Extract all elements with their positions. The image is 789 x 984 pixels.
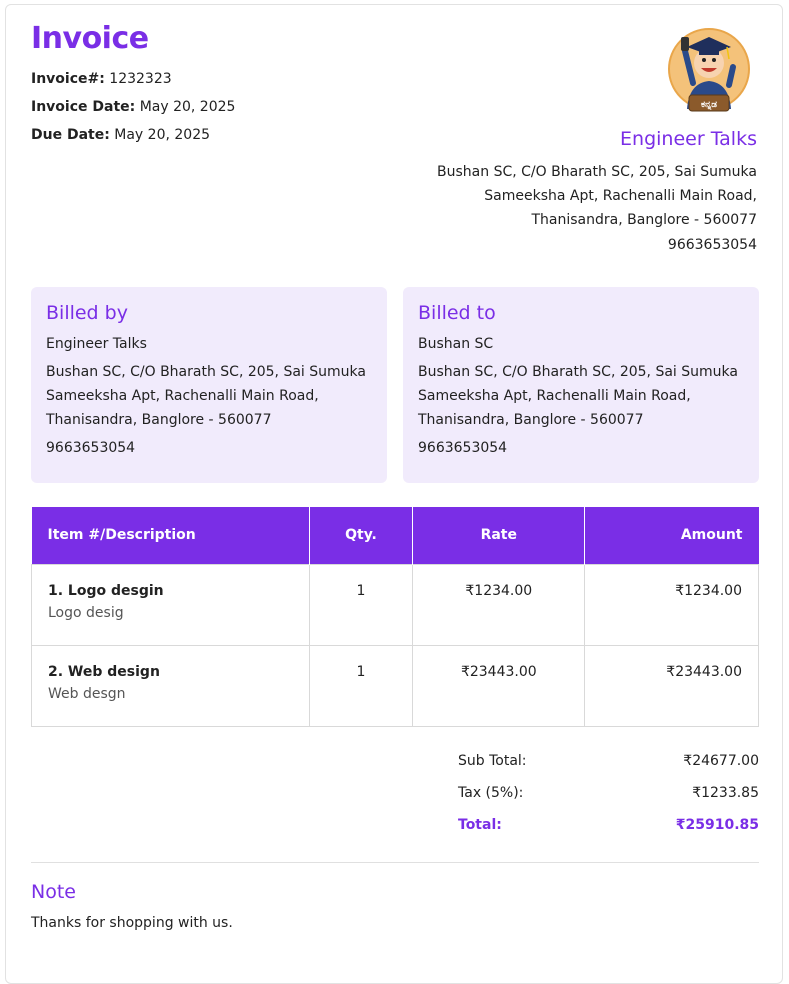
company-logo: ಕನ್ನಡ xyxy=(668,28,750,112)
note-text: Thanks for shopping with us. xyxy=(31,915,233,931)
due-date-value: May 20, 2025 xyxy=(114,127,211,143)
subtotal-value: ₹24677.00 xyxy=(683,753,759,769)
subtotal-row: Sub Total: ₹24677.00 xyxy=(458,753,759,785)
billed-to-address-line2: Sameeksha Apt, Rachenalli Main Road, xyxy=(418,388,691,404)
company-address-line3: Thanisandra, Banglore - 560077 xyxy=(531,212,758,228)
invoice-date: Invoice Date: May 20, 2025 xyxy=(31,99,235,115)
invoice-number: Invoice#: 1232323 xyxy=(31,71,172,87)
totals-section: Sub Total: ₹24677.00 Tax (5%): ₹1233.85 … xyxy=(458,753,759,849)
item-name: 1. Logo desgin xyxy=(48,582,164,599)
due-date-label: Due Date: xyxy=(31,127,110,143)
item-qty: 1 xyxy=(308,644,414,727)
company-name: Engineer Talks xyxy=(620,128,757,150)
column-header-description: Item #/Description xyxy=(31,507,310,564)
billed-by-address-line3: Thanisandra, Banglore - 560077 xyxy=(46,412,272,428)
company-address: Bushan SC, C/O Bharath SC, 205, Sai Sumu… xyxy=(397,160,757,232)
logo-text: ಕನ್ನಡ xyxy=(701,100,717,111)
divider xyxy=(31,862,759,863)
billed-to-phone: 9663653054 xyxy=(418,440,508,456)
item-description-cell: 1. Logo desgin Logo desig xyxy=(31,563,310,646)
table-header-row: Item #/Description Qty. Rate Amount xyxy=(31,507,759,564)
tax-row: Tax (5%): ₹1233.85 xyxy=(458,785,759,817)
invoice-title: Invoice xyxy=(31,21,149,56)
item-rate: ₹23443.00 xyxy=(412,644,586,727)
item-amount: ₹23443.00 xyxy=(584,644,759,727)
item-description-cell: 2. Web design Web desgn xyxy=(31,644,310,727)
company-address-line1: Bushan SC, C/O Bharath SC, 205, Sai Sumu… xyxy=(437,164,757,180)
invoice-number-label: Invoice#: xyxy=(31,71,105,87)
note-title: Note xyxy=(31,881,76,903)
billed-by-address-line2: Sameeksha Apt, Rachenalli Main Road, xyxy=(46,388,319,404)
billed-by-address: Bushan SC, C/O Bharath SC, 205, Sai Sumu… xyxy=(46,360,372,432)
total-row: Total: ₹25910.85 xyxy=(458,817,759,849)
item-amount: ₹1234.00 xyxy=(584,563,759,646)
billed-to-address: Bushan SC, C/O Bharath SC, 205, Sai Sumu… xyxy=(418,360,744,432)
table-row: 2. Web design Web desgn 1 ₹23443.00 ₹234… xyxy=(31,644,759,727)
item-desc: Logo desig xyxy=(48,604,124,621)
billed-to-title: Billed to xyxy=(418,302,496,324)
subtotal-label: Sub Total: xyxy=(458,753,527,769)
item-rate: ₹1234.00 xyxy=(412,563,586,646)
billed-to-card: Billed to Bushan SC Bushan SC, C/O Bhara… xyxy=(403,287,759,483)
billed-to-name: Bushan SC xyxy=(418,336,494,352)
item-name: 2. Web design xyxy=(48,663,160,680)
invoice-page: Invoice Invoice#: 1232323 Invoice Date: … xyxy=(5,4,783,984)
billed-to-address-line1: Bushan SC, C/O Bharath SC, 205, Sai Sumu… xyxy=(418,364,738,380)
billed-to-address-line3: Thanisandra, Banglore - 560077 xyxy=(418,412,644,428)
billed-by-card: Billed by Engineer Talks Bushan SC, C/O … xyxy=(31,287,387,483)
tax-label: Tax (5%): xyxy=(458,785,524,801)
billed-by-name: Engineer Talks xyxy=(46,336,147,352)
item-desc: Web desgn xyxy=(48,685,126,702)
table-row: 1. Logo desgin Logo desig 1 ₹1234.00 ₹12… xyxy=(31,563,759,646)
tax-value: ₹1233.85 xyxy=(692,785,759,801)
column-header-qty: Qty. xyxy=(309,507,414,564)
due-date: Due Date: May 20, 2025 xyxy=(31,127,210,143)
invoice-date-label: Invoice Date: xyxy=(31,99,136,115)
invoice-date-value: May 20, 2025 xyxy=(139,99,236,115)
company-phone: 9663653054 xyxy=(667,237,757,253)
column-header-amount: Amount xyxy=(584,507,759,564)
column-header-rate: Rate xyxy=(412,507,586,564)
billed-by-title: Billed by xyxy=(46,302,128,324)
billed-by-address-line1: Bushan SC, C/O Bharath SC, 205, Sai Sumu… xyxy=(46,364,366,380)
items-table: Item #/Description Qty. Rate Amount 1. L… xyxy=(31,507,759,727)
invoice-number-value: 1232323 xyxy=(109,71,172,87)
total-value: ₹25910.85 xyxy=(675,817,759,833)
total-label: Total: xyxy=(458,817,502,833)
item-qty: 1 xyxy=(308,563,414,646)
company-address-line2: Sameeksha Apt, Rachenalli Main Road, xyxy=(484,188,757,204)
billed-by-phone: 9663653054 xyxy=(46,440,136,456)
